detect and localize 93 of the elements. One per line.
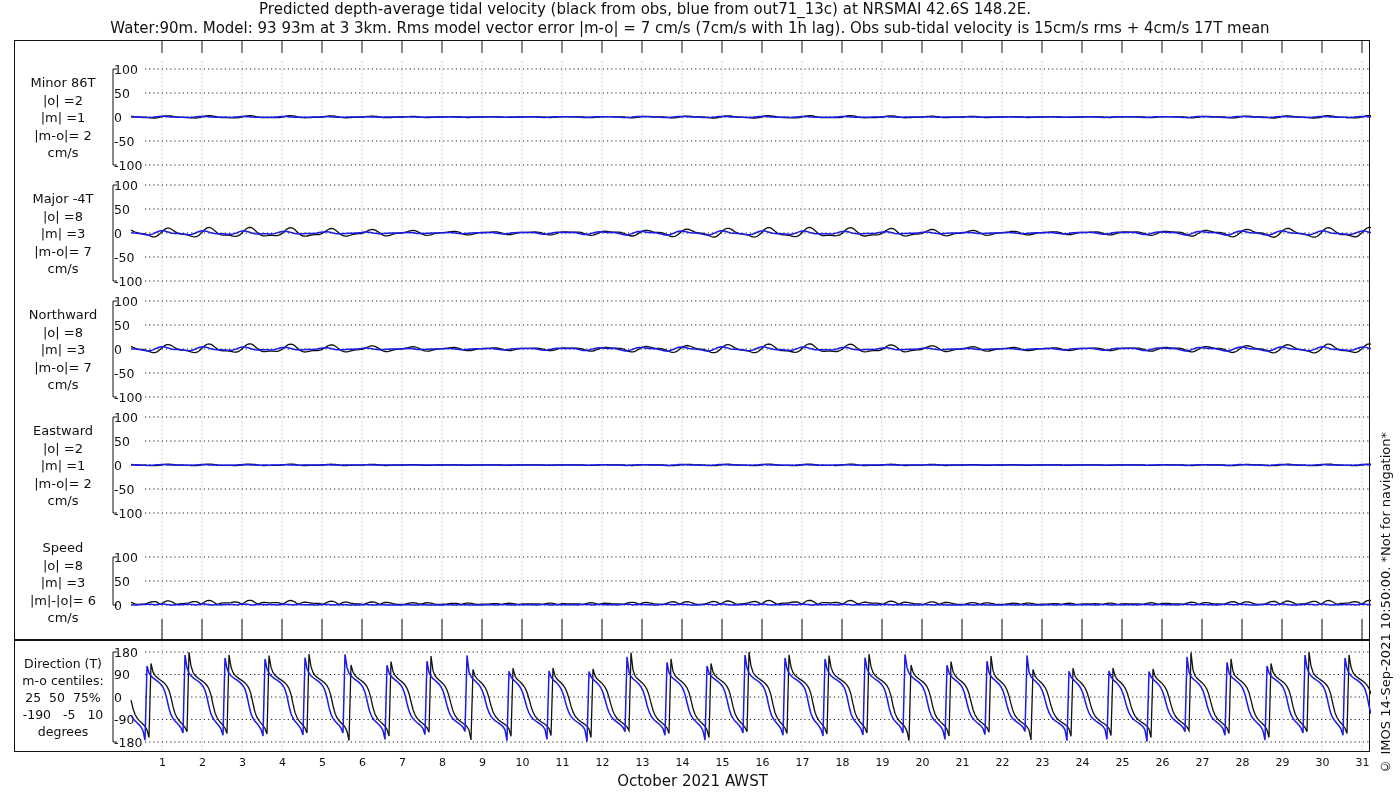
y-tick-label: 100: [114, 61, 138, 77]
axis-label-line: cm/s: [47, 492, 79, 510]
y-tick-label: 90: [114, 667, 130, 682]
x-tick-label: 9: [479, 756, 486, 769]
axis-label-line: |m-o|= 2: [34, 126, 92, 144]
y-tick-label: 180: [114, 644, 138, 660]
x-tick-label: 28: [1235, 756, 1250, 769]
x-tick-label: 13: [635, 756, 650, 769]
x-tick-label: 11: [555, 756, 570, 769]
x-tick-label: 31: [1355, 756, 1370, 769]
x-tick-label: 8: [439, 756, 446, 769]
x-tick-label: 18: [835, 756, 850, 769]
x-tick-label: 23: [1035, 756, 1050, 769]
axis-label-line: cm/s: [47, 144, 79, 162]
y-tick-label: 50: [114, 85, 130, 101]
x-tick-label: 4: [279, 756, 286, 769]
y-tick-label: 50: [114, 201, 130, 217]
axis-label-line: Northward: [28, 306, 98, 324]
axis-label-line: |o| =8: [43, 207, 83, 225]
axis-label-line: |m| =1: [40, 109, 86, 127]
axis-label-line: 25 50 75%: [25, 689, 101, 706]
axis-label-line: -190 -5 10: [22, 706, 104, 723]
axis-label-line: |o| =8: [43, 556, 83, 574]
x-tick-label: 16: [755, 756, 770, 769]
axis-label-line: |o| =8: [43, 323, 83, 341]
axis-label-line: cm/s: [47, 376, 79, 394]
y-tick-label: -90: [114, 712, 135, 727]
x-tick-label: 19: [875, 756, 890, 769]
y-tick-label: -100: [114, 505, 143, 521]
y-tick-label: 0: [114, 341, 122, 357]
axis-label-line: cm/s: [47, 260, 79, 278]
y-tick-label: 0: [114, 457, 122, 473]
axis-label-line: Eastward: [33, 422, 93, 440]
x-tick-label: 25: [1115, 756, 1130, 769]
y-tick-label: 0: [114, 689, 122, 705]
chart-title: Water:90m. Model: 93 93m at 3 3km. Rms model vector error |m-o| = 7 cm/s (7cm/s with 1h lag). Obs sub-tidal velocity is 15cm/s rms + 4cm/s 17T mean: [110, 19, 1270, 38]
x-tick-label: 15: [715, 756, 730, 769]
x-tick-label: 12: [595, 756, 610, 769]
axis-label-line: cm/s: [47, 609, 79, 627]
x-tick-label: 27: [1195, 756, 1210, 769]
chart-title: Predicted depth-average tidal velocity (black from obs, blue from out71_13c) at NRSMAI 42.6S 148.2E.: [259, 0, 1031, 19]
y-tick-label: 100: [114, 549, 138, 565]
y-tick-label: -50: [114, 481, 135, 497]
x-tick-label: 1: [159, 756, 166, 769]
x-tick-label: 21: [955, 756, 970, 769]
x-tick-label: 24: [1075, 756, 1090, 769]
y-tick-label: 100: [114, 177, 138, 193]
y-tick-label: 0: [114, 225, 122, 241]
x-tick-label: 30: [1315, 756, 1330, 769]
y-tick-label: 50: [114, 433, 130, 449]
axis-label-line: m-o centiles:: [22, 672, 104, 689]
copyright-note: © IMOS 14-Sep-2021 10:50:00. *Not for navigation*: [1377, 432, 1393, 774]
x-tick-label: 22: [995, 756, 1010, 769]
axis-label-line: Direction (T): [24, 655, 102, 672]
x-axis-label: October 2021 AWST: [616, 772, 769, 790]
x-tick-label: 26: [1155, 756, 1170, 769]
x-tick-label: 6: [359, 756, 366, 769]
axis-label-line: |m-o|= 2: [34, 474, 92, 492]
y-tick-label: 100: [114, 293, 138, 309]
x-tick-label: 20: [915, 756, 930, 769]
y-tick-label: -100: [114, 157, 143, 173]
axis-label-line: Speed: [42, 539, 84, 557]
x-tick-label: 10: [515, 756, 530, 769]
x-tick-label: 29: [1275, 756, 1290, 769]
y-tick-label: -50: [114, 365, 135, 381]
x-tick-label: 7: [399, 756, 406, 769]
y-tick-label: 50: [114, 317, 130, 333]
axis-label-line: |o| =2: [43, 91, 83, 109]
axis-label-line: Major -4T: [32, 190, 94, 208]
axis-label-line: |m| =3: [40, 574, 86, 592]
axis-label-line: |m| =1: [40, 457, 86, 475]
axis-label-line: |m| =3: [40, 341, 86, 359]
axis-label-line: |m-o|= 7: [34, 358, 92, 376]
y-tick-label: -180: [114, 734, 143, 750]
y-tick-label: 0: [114, 109, 122, 125]
x-tick-label: 14: [675, 756, 690, 769]
x-tick-label: 17: [795, 756, 810, 769]
axis-label-line: |m|-|o|= 6: [29, 591, 97, 609]
y-tick-label: 0: [114, 597, 122, 613]
axis-label-line: |m| =3: [40, 225, 86, 243]
axis-label-line: |o| =2: [43, 439, 83, 457]
y-tick-label: -100: [114, 273, 143, 289]
axis-label-line: Minor 86T: [30, 74, 96, 92]
y-tick-label: -50: [114, 133, 135, 149]
y-tick-label: 100: [114, 409, 138, 425]
x-tick-label: 3: [239, 756, 246, 769]
y-tick-label: -50: [114, 249, 135, 265]
y-tick-label: -100: [114, 389, 143, 405]
axis-label-line: |m-o|= 7: [34, 242, 92, 260]
x-tick-label: 5: [319, 756, 326, 769]
y-tick-label: 50: [114, 573, 130, 589]
x-tick-label: 2: [199, 756, 206, 769]
axis-label-line: degrees: [37, 723, 89, 740]
